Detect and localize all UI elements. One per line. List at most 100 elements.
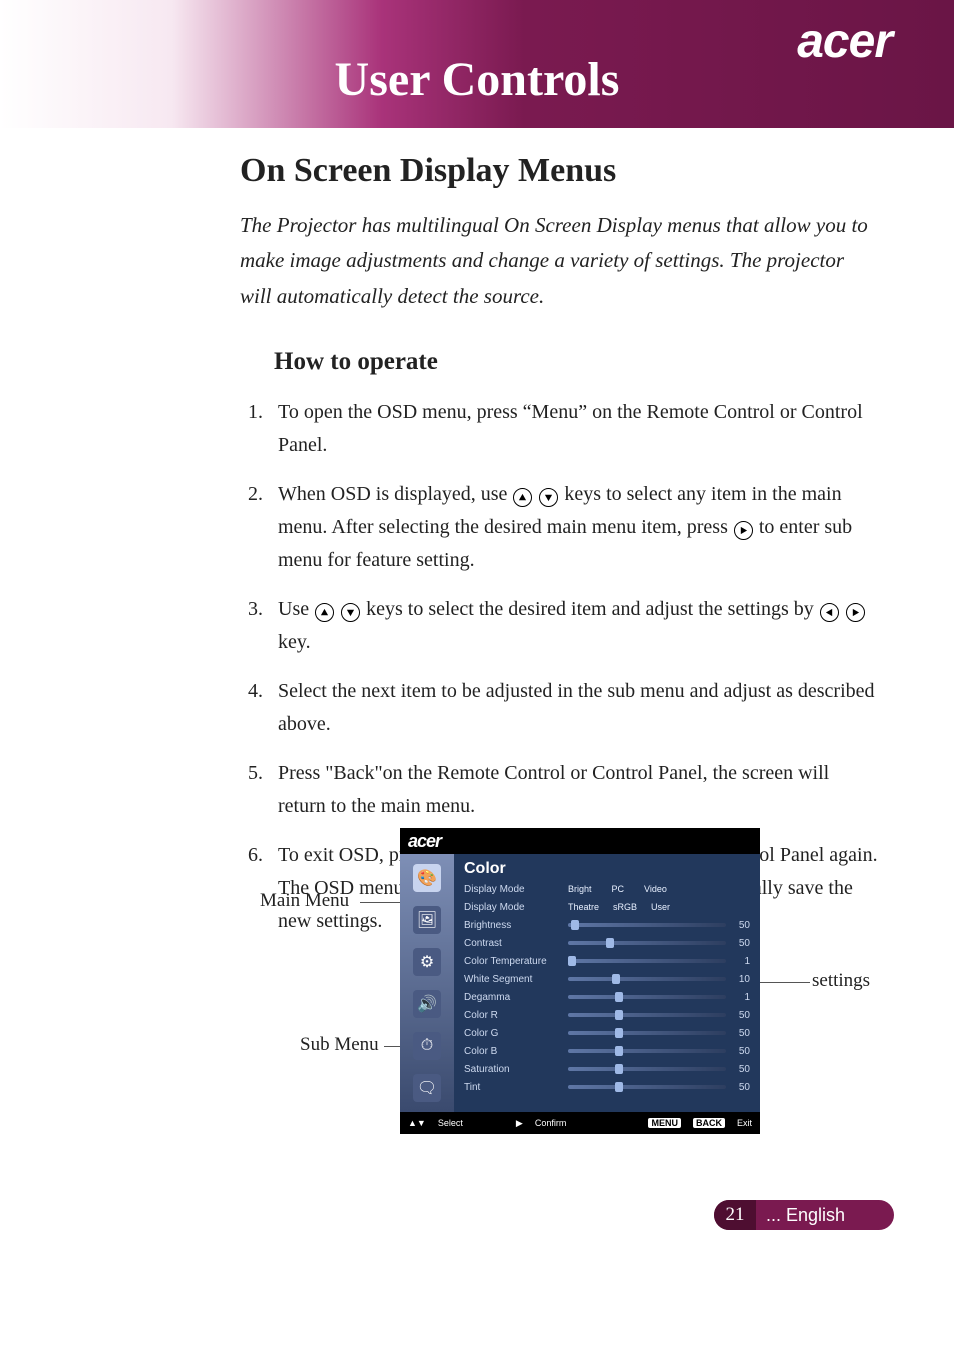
step-text: To open the OSD menu, press “Menu” on th…: [278, 401, 863, 456]
page-footer-pill: 21 ... English: [714, 1200, 894, 1230]
osd-slider-thumb: [615, 1010, 623, 1020]
osd-footer-confirm: Confirm: [535, 1118, 567, 1128]
audio-icon: 🔊: [413, 990, 441, 1018]
osd-mode-option: sRGB: [613, 902, 637, 912]
osd-footer-bar: ▲▼ Select ▶ Confirm MENU BACK Exit: [400, 1112, 760, 1134]
osd-slider-thumb: [568, 956, 576, 966]
osd-footer-select: Select: [438, 1118, 463, 1128]
palette-icon: 🎨: [413, 864, 441, 892]
osd-value: 50: [726, 920, 750, 931]
down-arrow-icon: [341, 603, 360, 622]
osd-value: 50: [726, 1010, 750, 1021]
header-band: acer User Controls: [0, 0, 954, 128]
osd-value: 1: [726, 992, 750, 1003]
osd-slider-thumb: [615, 1028, 623, 1038]
osd-sub-menu: Color Display Mode Bright PC Video Displ…: [454, 854, 760, 1112]
osd-row: Display Mode Bright PC Video: [464, 880, 750, 898]
osd-label: Color G: [464, 1028, 568, 1039]
osd-label: White Segment: [464, 974, 568, 985]
subsection-heading: How to operate: [274, 348, 880, 376]
osd-slider: [568, 1049, 726, 1053]
osd-slider: [568, 1031, 726, 1035]
osd-slider-thumb: [606, 938, 614, 948]
step-3: Use keys to select the desired item and …: [248, 593, 880, 659]
image-icon: 🖼: [413, 906, 441, 934]
page-number: 21: [714, 1200, 756, 1230]
step-text: key.: [278, 631, 311, 653]
osd-row: Color Temperature 1: [464, 952, 750, 970]
timer-icon: ⏱: [413, 1032, 441, 1060]
right-arrow-icon: [846, 603, 865, 622]
osd-label: Contrast: [464, 938, 568, 949]
osd-slider-thumb: [615, 1082, 623, 1092]
osd-value: 50: [726, 1028, 750, 1039]
osd-value: 50: [726, 1064, 750, 1075]
osd-mode-option: Video: [644, 884, 667, 894]
left-arrow-icon: [820, 603, 839, 622]
osd-mode-option: User: [651, 902, 670, 912]
up-arrow-icon: [513, 488, 532, 507]
osd-main-menu: 🎨 🖼 ⚙ 🔊 ⏱ 🗨: [400, 854, 454, 1112]
step-text: Select the next item to be adjusted in t…: [278, 680, 875, 735]
osd-label: Display Mode: [464, 884, 568, 895]
up-down-icon: ▲▼: [408, 1118, 426, 1128]
osd-footer-chip-back: BACK: [693, 1118, 725, 1128]
callout-settings: settings: [812, 970, 870, 992]
callout-main-menu: Main Menu: [260, 890, 349, 912]
osd-value: 50: [726, 1082, 750, 1093]
right-arrow-icon: ▶: [516, 1118, 523, 1129]
osd-slider-thumb: [571, 920, 579, 930]
osd-row: Brightness 50: [464, 916, 750, 934]
section-title: User Controls: [0, 52, 954, 107]
osd-menu-title: Color: [464, 860, 750, 878]
osd-row: Contrast 50: [464, 934, 750, 952]
step-text: keys to select the desired item and adju…: [366, 598, 819, 620]
osd-slider-thumb: [615, 992, 623, 1002]
osd-row: Saturation 50: [464, 1060, 750, 1078]
osd-row: Color R50: [464, 1006, 750, 1024]
gear-icon: ⚙: [413, 948, 441, 976]
osd-slider: [568, 995, 726, 999]
language-icon: 🗨: [413, 1074, 441, 1102]
osd-value: 1: [726, 956, 750, 967]
right-arrow-icon: [734, 521, 753, 540]
osd-label: Degamma: [464, 992, 568, 1003]
step-text: Use: [278, 598, 314, 620]
callout-sub-menu: Sub Menu: [300, 1034, 379, 1056]
step-text: When OSD is displayed, use: [278, 483, 512, 505]
osd-value: 10: [726, 974, 750, 985]
osd-slider: [568, 1085, 726, 1089]
osd-value: 50: [726, 938, 750, 949]
osd-row: Degamma 1: [464, 988, 750, 1006]
page-heading: On Screen Display Menus: [240, 152, 880, 190]
osd-label: Brightness: [464, 920, 568, 931]
osd-row: Color B 50: [464, 1042, 750, 1060]
osd-row: Display Mode Theatre sRGB User: [464, 898, 750, 916]
osd-label: Color Temperature: [464, 956, 568, 967]
step-1: To open the OSD menu, press “Menu” on th…: [248, 396, 880, 462]
down-arrow-icon: [539, 488, 558, 507]
callout-line: [760, 982, 810, 983]
step-5: Press "Back"on the Remote Control or Con…: [248, 757, 880, 823]
step-4: Select the next item to be adjusted in t…: [248, 675, 880, 741]
osd-row: Color G 50: [464, 1024, 750, 1042]
osd-label: Display Mode: [464, 902, 568, 913]
osd-row: White Segment 10: [464, 970, 750, 988]
osd-footer-chip-menu: MENU: [648, 1118, 681, 1128]
intro-paragraph: The Projector has multilingual On Screen…: [240, 208, 880, 314]
osd-label: Saturation: [464, 1064, 568, 1075]
osd-slider: [568, 941, 726, 945]
osd-slider: [568, 923, 726, 927]
osd-slider: [568, 1067, 726, 1071]
page-language: ... English: [766, 1205, 845, 1226]
osd-slider: [568, 1013, 726, 1017]
osd-slider: [568, 977, 726, 981]
osd-label: Color B: [464, 1046, 568, 1057]
osd-slider: [568, 959, 726, 963]
osd-mode-option: Bright: [568, 884, 592, 894]
up-arrow-icon: [315, 603, 334, 622]
osd-top-bar: acer: [400, 828, 760, 854]
osd-value: 50: [726, 1046, 750, 1057]
osd-label: Tint: [464, 1082, 568, 1093]
osd-brand: acer: [408, 831, 441, 852]
